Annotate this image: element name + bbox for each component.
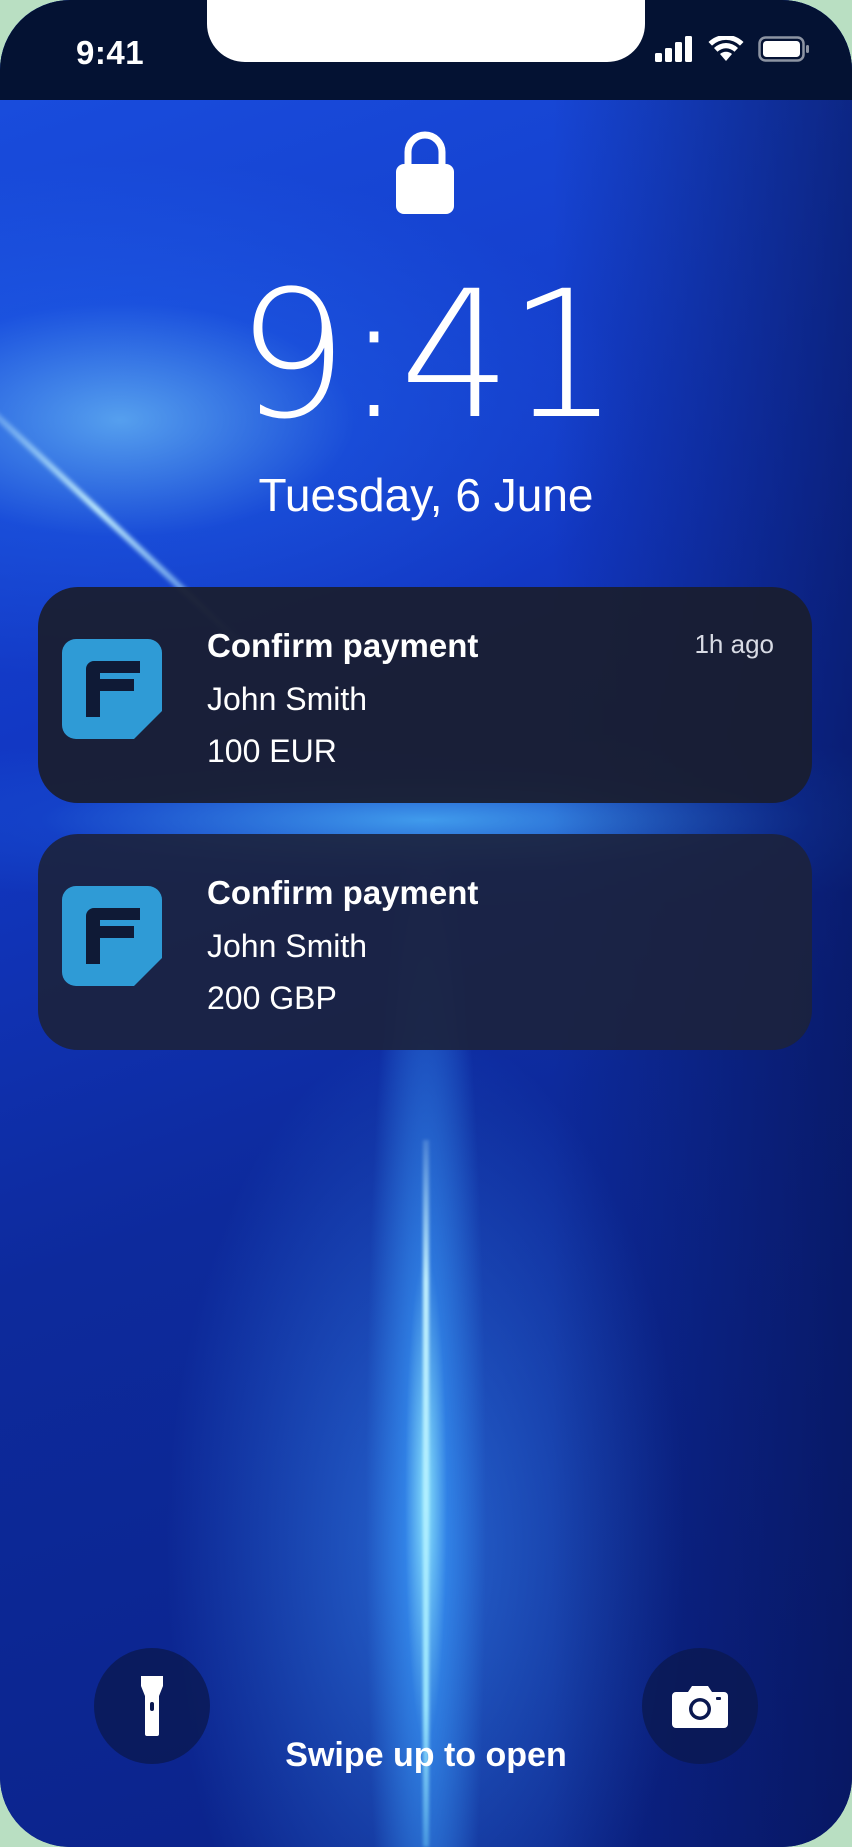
notification-sender: John Smith — [207, 928, 368, 964]
camera-icon — [672, 1686, 728, 1728]
swipe-up-hint[interactable]: Swipe up to open — [0, 1736, 852, 1775]
notification-title: Confirm payment — [207, 627, 479, 664]
lock-date: Tuesday, 6 June — [258, 469, 594, 521]
notch — [207, 0, 645, 62]
wifi-icon — [708, 36, 744, 61]
lock-screen: 9:41 9:41 Tuesday, 6 June Confirm paymen… — [0, 0, 852, 1847]
flashlight-icon — [141, 1676, 163, 1736]
battery-icon — [758, 36, 809, 62]
notification-sender: John Smith — [207, 681, 368, 717]
notification-amount: 200 GBP — [207, 980, 337, 1016]
lock-icon — [396, 131, 454, 214]
notification-card[interactable]: Confirm payment John Smith 100 EUR 1h ag… — [38, 587, 812, 803]
notification-time: 1h ago — [694, 629, 774, 659]
notification-title: Confirm payment — [207, 874, 479, 911]
notification-card[interactable]: Confirm payment John Smith 200 GBP — [38, 834, 812, 1050]
payment-app-icon — [62, 639, 162, 739]
lock-clock: 9:41 — [236, 253, 619, 458]
status-time: 9:41 — [76, 34, 145, 71]
payment-app-icon — [62, 886, 162, 986]
cellular-signal-icon — [655, 36, 692, 62]
status-bar: 9:41 — [0, 0, 852, 100]
notification-amount: 100 EUR — [207, 733, 337, 769]
status-icons — [654, 36, 810, 62]
